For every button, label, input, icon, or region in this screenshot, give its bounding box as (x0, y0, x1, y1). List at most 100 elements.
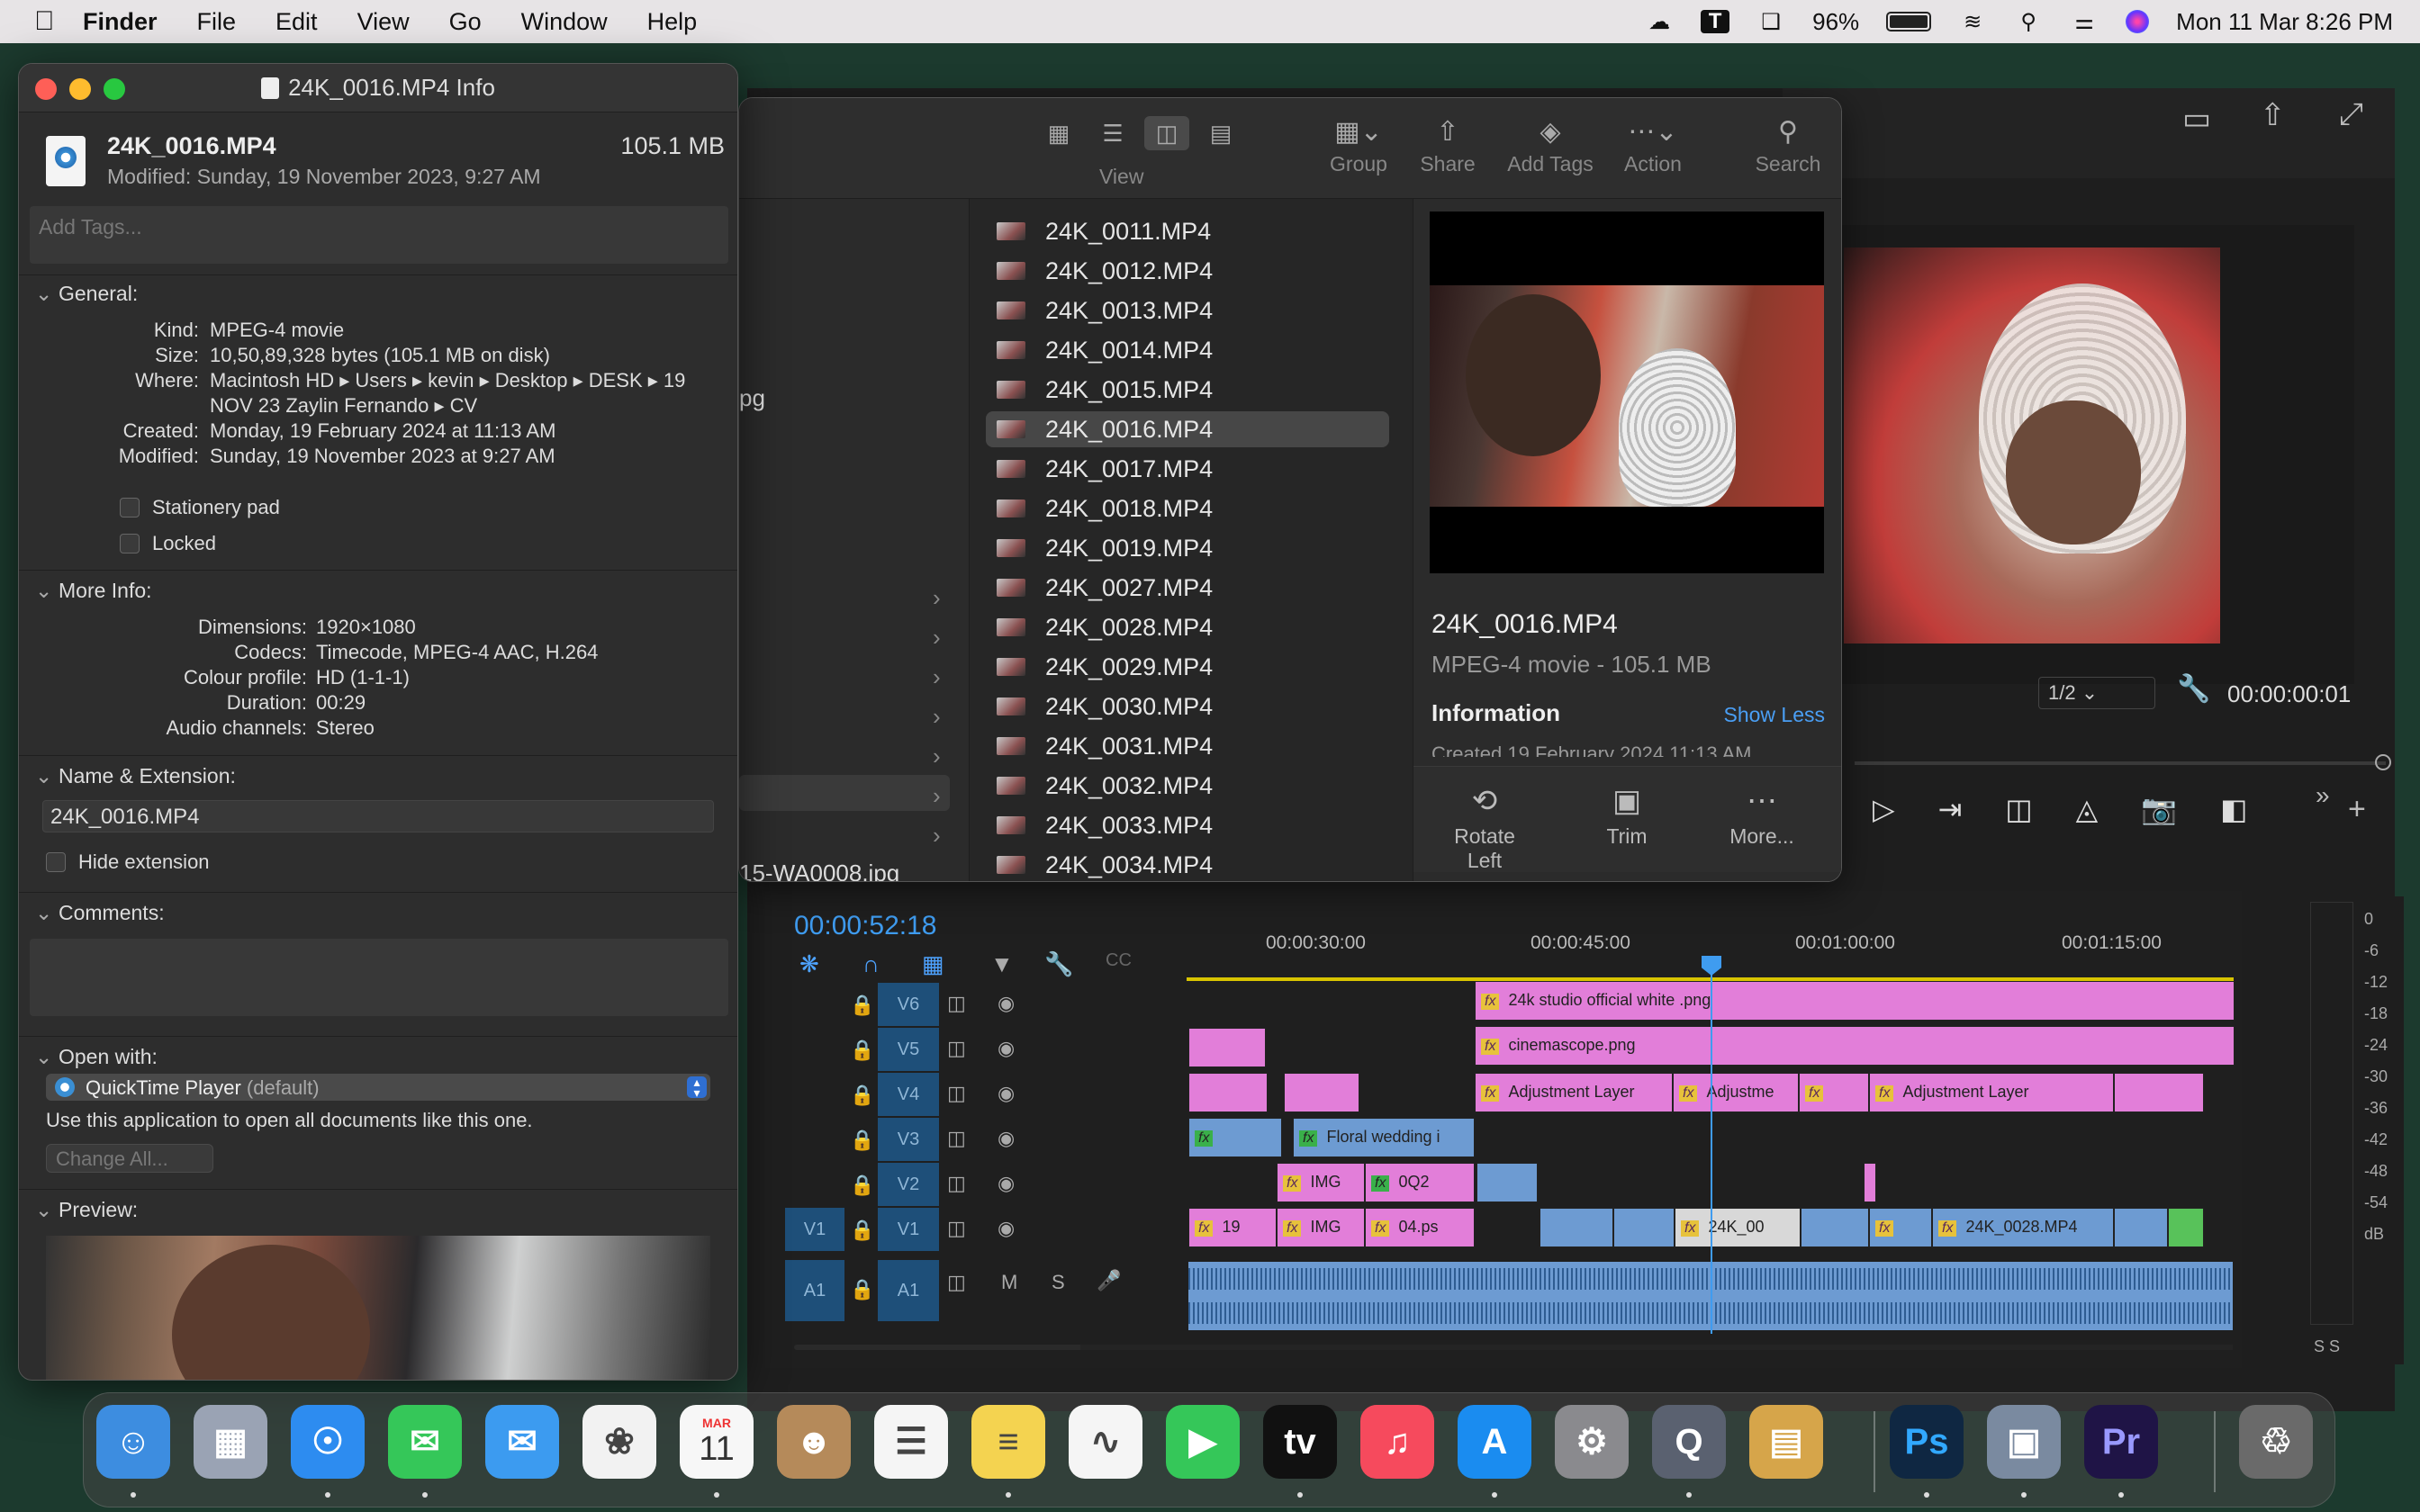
clip-v5-a[interactable] (1188, 1028, 1266, 1067)
icon-view-icon[interactable]: ▦ (1036, 116, 1081, 150)
file-row[interactable]: 24K_0033.MP4 (986, 807, 1389, 843)
source-a1[interactable]: A1 (785, 1260, 844, 1321)
sync-lock-icon[interactable]: ◫ (947, 1127, 966, 1150)
dock-photoshop-icon[interactable]: Ps (1890, 1405, 1964, 1479)
file-proxy-icon[interactable] (261, 76, 280, 99)
ripple-icon[interactable]: ❋ (799, 950, 819, 978)
dock-freeform-icon[interactable]: ∿ (1069, 1405, 1142, 1479)
column-view-icon[interactable]: ◫ (1144, 116, 1189, 150)
name-extension-section-toggle[interactable]: ⌄ Name & Extension: (35, 764, 236, 788)
marker-icon[interactable]: ▼ (990, 950, 1014, 978)
gallery-view-icon[interactable]: ▤ (1198, 116, 1243, 150)
clip-19[interactable]: fx 19 (1188, 1208, 1277, 1247)
file-row[interactable]: 24K_0012.MP4 (986, 253, 1389, 289)
track-v5[interactable]: V5 (878, 1028, 939, 1071)
dock-archive-utility-icon[interactable]: ▤ (1749, 1405, 1823, 1479)
checkbox[interactable] (46, 852, 66, 872)
microphone-icon[interactable]: 🎤 (1097, 1269, 1121, 1292)
lock-icon[interactable]: 🔒 (850, 1219, 874, 1242)
checkbox[interactable] (120, 498, 140, 518)
captions-icon[interactable]: CC (1106, 950, 1132, 971)
timeline-wrench-icon[interactable]: 🔧 (1044, 950, 1073, 978)
menu-file[interactable]: File (197, 8, 237, 36)
apple-menu-icon[interactable]:  (34, 6, 83, 37)
control-center-icon[interactable]: ⚌ (2070, 10, 2099, 34)
minimize-button[interactable] (69, 78, 91, 100)
rotate-left-button[interactable]: ⟲ Rotate Left (1435, 783, 1534, 873)
track-v4[interactable]: V4 (878, 1073, 939, 1116)
lock-icon[interactable]: 🔒 (850, 994, 874, 1017)
battery-icon[interactable] (1886, 12, 1932, 32)
eye-icon[interactable]: ◉ (998, 1217, 1015, 1240)
eye-icon[interactable]: ◉ (998, 1172, 1015, 1195)
share-button[interactable]: ⇧ Share (1416, 116, 1479, 176)
dock-launchpad-icon[interactable]: ▦ (194, 1405, 267, 1479)
eye-icon[interactable]: ◉ (998, 1127, 1015, 1150)
extract-icon[interactable]: ◬ (2076, 792, 2099, 826)
timeline-scrollbar[interactable] (1080, 1345, 2233, 1350)
add-button-icon[interactable]: + (2348, 792, 2366, 827)
lock-icon[interactable]: 🔒 (850, 1039, 874, 1062)
clip-v1-blue-c[interactable] (1801, 1208, 1869, 1247)
timeline-zoom-scroll[interactable] (794, 1345, 1091, 1350)
siri-icon[interactable] (2126, 10, 2150, 33)
sync-lock-icon[interactable]: ◫ (947, 1037, 966, 1060)
sync-lock-icon[interactable]: ◫ (947, 992, 966, 1015)
sync-lock-icon[interactable]: ◫ (947, 1271, 966, 1294)
step-forward-icon[interactable]: ⇥ (1938, 792, 1963, 826)
dock-preview-icon[interactable]: ▣ (1987, 1405, 2061, 1479)
preview-section-toggle[interactable]: ⌄ Preview: (35, 1198, 138, 1222)
clip-v2-thin[interactable] (1864, 1163, 1876, 1202)
dock-facetime-icon[interactable]: ▶ (1166, 1405, 1240, 1479)
clip-img-2[interactable]: fx IMG (1277, 1208, 1365, 1247)
comments-section-toggle[interactable]: ⌄ Comments: (35, 901, 165, 925)
typinator-icon[interactable]: T (1701, 9, 1730, 33)
clip-floral[interactable]: fx Floral wedding i (1293, 1118, 1475, 1157)
more-info-section-toggle[interactable]: ⌄ More Info: (35, 579, 152, 603)
file-row[interactable]: 24K_0028.MP4 (986, 609, 1389, 645)
clip-v3-a[interactable]: fx (1188, 1118, 1282, 1157)
clip-v2-blue[interactable] (1476, 1163, 1538, 1202)
list-view-icon[interactable]: ☰ (1090, 116, 1135, 150)
meter-solo-buttons[interactable]: S S (2314, 1337, 2340, 1356)
locked-checkbox[interactable]: Locked (120, 532, 216, 555)
comments-textarea[interactable] (30, 939, 728, 1016)
lock-icon[interactable]: 🔒 (850, 1174, 874, 1197)
timeline-timecode[interactable]: 00:00:52:18 (794, 911, 936, 941)
clip-0q2[interactable]: fx 0Q2 (1365, 1163, 1475, 1202)
compare-icon[interactable]: ◧ (2220, 792, 2247, 826)
action-button[interactable]: ⋯⌄ Action (1612, 116, 1693, 176)
settings-wrench-icon[interactable]: 🔧 (2177, 673, 2210, 705)
dock-apple-tv-icon[interactable]: tv (1263, 1405, 1337, 1479)
lift-icon[interactable]: ◫ (2005, 792, 2032, 826)
dock-safari-icon[interactable]: ☉ (291, 1405, 365, 1479)
group-button[interactable]: ▦⌄ Group (1323, 116, 1395, 176)
sync-lock-icon[interactable]: ◫ (947, 1217, 966, 1240)
track-v1[interactable]: V1 (878, 1208, 939, 1251)
clip-v4-a[interactable] (1188, 1073, 1268, 1112)
menu-help[interactable]: Help (647, 8, 698, 36)
file-row[interactable]: 24K_0027.MP4 (986, 570, 1389, 606)
change-all-button[interactable]: Change All... (46, 1144, 213, 1173)
file-row[interactable]: 24K_0030.MP4 (986, 688, 1389, 724)
file-row[interactable]: 24K_0014.MP4 (986, 332, 1389, 368)
sync-lock-icon[interactable]: ◫ (947, 1172, 966, 1195)
file-row[interactable]: 24K_0032.MP4 (986, 768, 1389, 804)
lock-icon[interactable]: 🔒 (850, 1129, 874, 1152)
file-row[interactable]: 24K_0019.MP4 (986, 530, 1389, 566)
eye-icon[interactable]: ◉ (998, 992, 1015, 1015)
spotlight-icon[interactable]: ⚲ (2014, 10, 2043, 34)
search-button[interactable]: ⚲ Search (1747, 116, 1829, 176)
eye-icon[interactable]: ◉ (998, 1037, 1015, 1060)
more-button[interactable]: ⋯ More... (1721, 783, 1802, 849)
menu-clock[interactable]: Mon 11 Mar 8:26 PM (2176, 8, 2393, 36)
hide-extension-checkbox[interactable]: Hide extension (46, 850, 210, 874)
menu-app-name[interactable]: Finder (83, 8, 158, 36)
menu-window[interactable]: Window (521, 8, 608, 36)
add-tags-button[interactable]: ◈ Add Tags (1501, 116, 1600, 176)
clip-24k-0028[interactable]: fx 24K_0028.MP4 (1932, 1208, 2114, 1247)
wifi-icon[interactable]: ≋ (1958, 10, 1987, 34)
zoom-select[interactable]: 1/2 ⌄ (2038, 677, 2155, 709)
clip-v4-end[interactable] (2114, 1073, 2204, 1112)
eye-icon[interactable]: ◉ (998, 1082, 1015, 1105)
